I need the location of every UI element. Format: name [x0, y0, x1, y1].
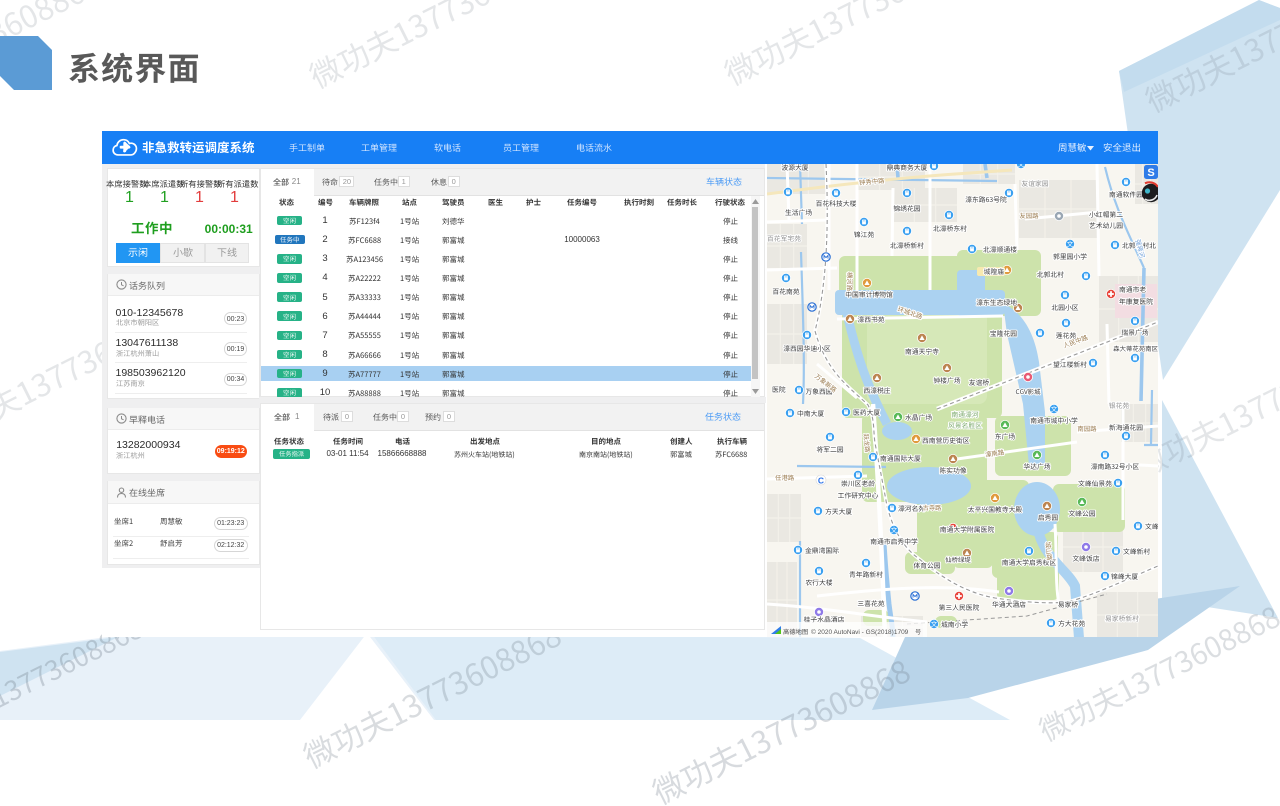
svg-text:C: C	[818, 475, 824, 485]
svg-text:© 2020 AutoNavi - GS(2018)1709: © 2020 AutoNavi - GS(2018)1709	[811, 628, 909, 636]
svg-text:S: S	[1147, 167, 1154, 179]
